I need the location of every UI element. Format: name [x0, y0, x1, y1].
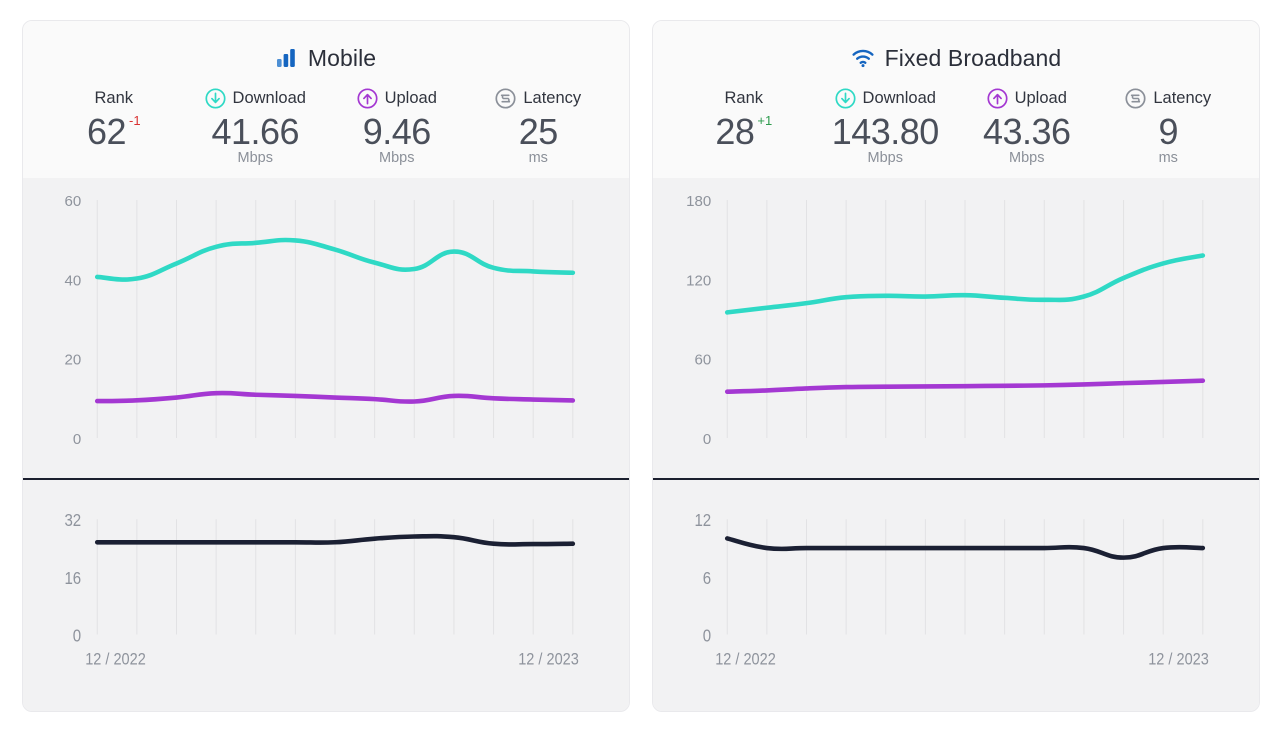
metric-label: Download — [862, 88, 936, 107]
metric-value: 9.46 — [362, 111, 432, 152]
svg-text:32: 32 — [64, 512, 81, 531]
rank-delta-badge: -1 — [128, 113, 141, 128]
latency-icon — [495, 87, 516, 109]
metric-label: Latency — [1153, 88, 1212, 107]
metric-header: Rank — [94, 87, 133, 109]
metric-value-wrap: 25 — [518, 111, 559, 152]
svg-text:40: 40 — [64, 273, 81, 290]
metric-header: Upload — [357, 87, 437, 109]
metric-header: Rank — [724, 87, 763, 109]
panel-title-label: Mobile — [307, 44, 377, 71]
upload-icon — [987, 87, 1008, 109]
metric-unit: Mbps — [237, 150, 273, 167]
svg-text:12 / 2023: 12 / 2023 — [1148, 651, 1209, 669]
svg-text:12 / 2022: 12 / 2022 — [85, 651, 146, 669]
svg-text:12: 12 — [694, 512, 711, 531]
metric-value: 25 — [518, 111, 559, 152]
metric-label: Upload — [384, 88, 437, 107]
panel-header: Fixed Broadband Rank 28 +1 Download 143.… — [653, 21, 1259, 179]
bar-chart-icon — [276, 48, 298, 68]
metrics-row: Rank 62 -1 Download 41.66 Mbps Upload 9.… — [23, 73, 629, 170]
svg-text:20: 20 — [64, 352, 81, 369]
metric-label: Latency — [523, 88, 582, 107]
metric-label: Rank — [94, 88, 134, 107]
speed-chart[interactable]: 0 20 40 60 — [23, 178, 629, 478]
metric-value-wrap: 28 +1 — [715, 111, 772, 152]
metric-value-wrap: 9 — [1158, 111, 1178, 152]
rank-delta-badge: +1 — [757, 113, 773, 128]
download-icon — [204, 87, 226, 109]
speedtest-global-index-board: Mobile Rank 62 -1 Download 41.66 Mbps Up… — [0, 0, 1280, 734]
metric-label: Upload — [1014, 88, 1067, 107]
speed-chart[interactable]: 0 60 120 180 — [653, 178, 1259, 478]
panel-title-label: Fixed Broadband — [884, 44, 1062, 71]
metric-unit: Mbps — [1009, 150, 1045, 167]
metric-header: Latency — [1125, 87, 1211, 109]
svg-text:12 / 2023: 12 / 2023 — [518, 651, 579, 669]
metric-value: 43.36 — [982, 111, 1071, 152]
metric-upload: Upload 9.46 Mbps — [326, 87, 468, 166]
metric-value: 62 — [86, 111, 127, 152]
panel-fixed-broadband: Fixed Broadband Rank 28 +1 Download 143.… — [652, 20, 1260, 712]
upload-icon — [357, 87, 378, 109]
metric-value-wrap: 41.66 — [211, 111, 299, 152]
latency-chart[interactable]: 0 6 12 12 / 2022 12 / 2023 — [653, 480, 1259, 711]
svg-text:120: 120 — [686, 273, 711, 290]
svg-text:60: 60 — [64, 193, 81, 210]
metric-value: 9 — [1158, 111, 1179, 152]
svg-text:16: 16 — [64, 569, 81, 588]
metric-value: 143.80 — [831, 111, 940, 152]
latency-chart[interactable]: 0 16 32 12 / 2022 12 / 2023 — [23, 480, 629, 711]
metric-rank: Rank 28 +1 — [673, 87, 815, 166]
metric-header: Download — [204, 87, 306, 109]
svg-text:0: 0 — [703, 431, 711, 448]
metric-value-wrap: 143.80 — [831, 111, 940, 152]
metric-download: Download 143.80 Mbps — [815, 87, 957, 166]
svg-text:60: 60 — [694, 352, 711, 369]
metric-value-wrap: 62 -1 — [87, 111, 141, 152]
metric-header: Upload — [987, 87, 1067, 109]
metric-unit: ms — [1158, 150, 1178, 167]
metric-value-wrap: 43.36 — [983, 111, 1071, 152]
metric-label: Rank — [724, 88, 764, 107]
svg-text:6: 6 — [703, 569, 711, 588]
panel-mobile: Mobile Rank 62 -1 Download 41.66 Mbps Up… — [22, 20, 630, 712]
metric-value: 28 — [715, 111, 755, 152]
svg-text:0: 0 — [73, 627, 81, 646]
metric-unit: Mbps — [379, 150, 415, 167]
wifi-icon — [851, 48, 875, 68]
metric-header: Latency — [495, 87, 581, 109]
metric-value-wrap: 9.46 — [362, 111, 432, 152]
metric-upload: Upload 43.36 Mbps — [956, 87, 1098, 166]
panel-title: Mobile — [23, 43, 629, 73]
metric-download: Download 41.66 Mbps — [185, 87, 327, 166]
metric-label: Download — [232, 88, 306, 107]
svg-text:12 / 2022: 12 / 2022 — [715, 651, 776, 669]
metric-latency: Latency 25 ms — [468, 87, 610, 166]
charts-area: 0 60 120 180 0 6 12 12 / 2022 12 / 2023 — [653, 178, 1259, 711]
svg-text:0: 0 — [703, 627, 711, 646]
metrics-row: Rank 28 +1 Download 143.80 Mbps Upload 4… — [653, 73, 1259, 170]
latency-icon — [1125, 87, 1146, 109]
svg-text:180: 180 — [686, 193, 711, 210]
metric-header: Download — [834, 87, 936, 109]
svg-text:0: 0 — [73, 431, 81, 448]
metric-value: 41.66 — [211, 111, 300, 152]
metric-unit: ms — [528, 150, 548, 167]
metric-rank: Rank 62 -1 — [43, 87, 185, 166]
metric-unit: Mbps — [867, 150, 903, 167]
charts-area: 0 20 40 60 0 16 32 12 / 2022 12 / 2023 — [23, 178, 629, 711]
panel-title: Fixed Broadband — [653, 43, 1259, 73]
download-icon — [834, 87, 856, 109]
panel-header: Mobile Rank 62 -1 Download 41.66 Mbps Up… — [23, 21, 629, 179]
metric-latency: Latency 9 ms — [1098, 87, 1240, 166]
